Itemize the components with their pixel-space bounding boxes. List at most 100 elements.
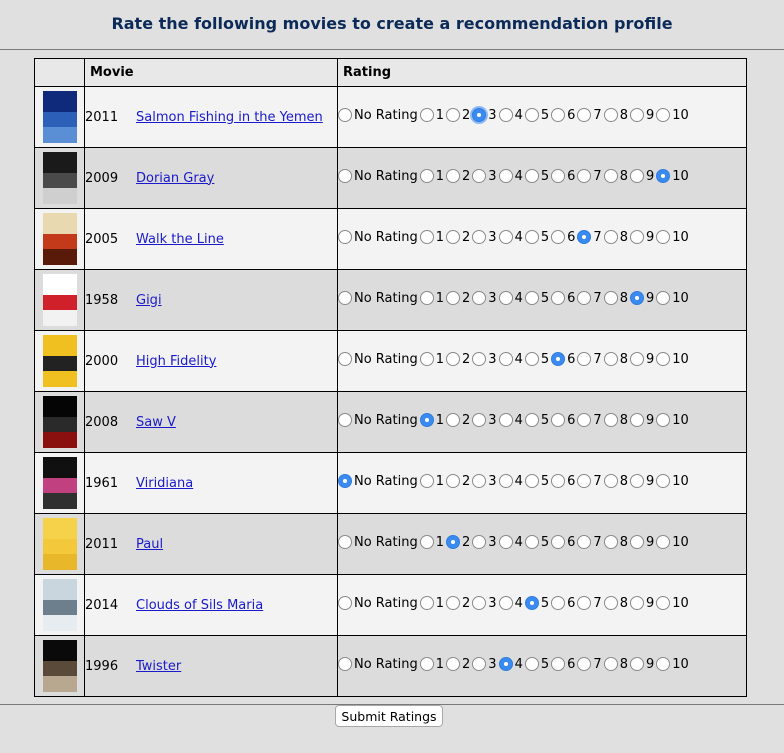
movie-title-link[interactable]: Viridiana	[136, 476, 193, 491]
rating-option[interactable]: 9	[629, 413, 654, 428]
rating-radio[interactable]	[577, 169, 592, 184]
rating-radio[interactable]	[446, 413, 461, 428]
rating-radio[interactable]	[498, 352, 513, 367]
rating-radio[interactable]	[472, 413, 487, 428]
rating-radio[interactable]	[446, 108, 461, 123]
rating-option[interactable]: 9	[629, 108, 654, 123]
rating-radio[interactable]	[419, 474, 434, 489]
rating-option[interactable]: 5	[524, 413, 549, 428]
rating-radio[interactable]	[603, 352, 618, 367]
rating-radio[interactable]	[577, 413, 592, 428]
rating-option[interactable]: 1	[419, 108, 444, 123]
rating-radio[interactable]	[472, 474, 487, 489]
rating-radio[interactable]	[603, 413, 618, 428]
rating-radio[interactable]	[603, 657, 618, 672]
rating-option[interactable]: 9	[629, 169, 654, 184]
rating-radio[interactable]	[498, 474, 513, 489]
rating-option[interactable]: No Rating	[338, 230, 418, 245]
rating-option[interactable]: 10	[656, 474, 689, 489]
rating-option[interactable]: No Rating	[338, 657, 418, 672]
rating-radio[interactable]	[446, 230, 461, 245]
movie-title-link[interactable]: Saw V	[136, 415, 176, 430]
rating-radio[interactable]	[446, 657, 461, 672]
rating-radio[interactable]	[498, 169, 513, 184]
rating-option[interactable]: 5	[524, 657, 549, 672]
rating-radio[interactable]	[577, 596, 592, 611]
rating-radio[interactable]	[338, 291, 352, 306]
rating-option[interactable]: 2	[446, 230, 470, 245]
rating-option[interactable]: 10	[656, 596, 689, 611]
rating-option[interactable]: 6	[551, 657, 575, 672]
rating-option[interactable]: 9	[629, 291, 654, 306]
rating-radio[interactable]	[498, 535, 513, 550]
rating-option[interactable]: 10	[656, 291, 689, 306]
rating-option[interactable]: 5	[524, 230, 549, 245]
rating-radio[interactable]	[524, 535, 539, 550]
rating-radio[interactable]	[577, 352, 592, 367]
rating-option[interactable]: 2	[446, 535, 470, 550]
rating-option[interactable]: No Rating	[338, 535, 418, 550]
rating-option[interactable]: 1	[419, 657, 444, 672]
movie-title-link[interactable]: Walk the Line	[136, 232, 224, 247]
rating-option[interactable]: 1	[419, 169, 444, 184]
rating-option[interactable]: 3	[472, 474, 497, 489]
rating-radio[interactable]	[551, 596, 566, 611]
rating-option[interactable]: 2	[446, 352, 470, 367]
rating-radio[interactable]	[551, 474, 566, 489]
rating-radio[interactable]	[656, 169, 671, 184]
rating-option[interactable]: 6	[551, 535, 575, 550]
rating-radio[interactable]	[656, 596, 671, 611]
rating-option[interactable]: 7	[577, 230, 602, 245]
rating-option[interactable]: No Rating	[338, 413, 418, 428]
rating-option[interactable]: 3	[472, 169, 497, 184]
rating-radio[interactable]	[524, 169, 539, 184]
rating-option[interactable]: 7	[577, 413, 602, 428]
rating-option[interactable]: 5	[524, 291, 549, 306]
rating-radio[interactable]	[498, 596, 513, 611]
rating-option[interactable]: 4	[498, 596, 523, 611]
rating-option[interactable]: 9	[629, 535, 654, 550]
rating-radio[interactable]	[419, 352, 434, 367]
rating-option[interactable]: 1	[419, 535, 444, 550]
rating-option[interactable]: 10	[656, 108, 689, 123]
rating-option[interactable]: 10	[656, 535, 689, 550]
rating-option[interactable]: 7	[577, 596, 602, 611]
rating-radio[interactable]	[656, 413, 671, 428]
rating-radio[interactable]	[338, 352, 352, 367]
rating-radio[interactable]	[656, 291, 671, 306]
rating-radio[interactable]	[472, 230, 487, 245]
rating-option[interactable]: 6	[551, 169, 575, 184]
rating-option[interactable]: 2	[446, 291, 470, 306]
rating-radio[interactable]	[419, 596, 434, 611]
rating-option[interactable]: 6	[551, 474, 575, 489]
movie-title-link[interactable]: Paul	[136, 537, 163, 552]
rating-option[interactable]: 4	[498, 108, 523, 123]
rating-radio[interactable]	[524, 291, 539, 306]
rating-option[interactable]: 10	[656, 169, 689, 184]
rating-radio[interactable]	[603, 474, 618, 489]
rating-radio[interactable]	[419, 535, 434, 550]
rating-radio[interactable]	[656, 657, 671, 672]
rating-option[interactable]: 5	[524, 352, 549, 367]
rating-radio[interactable]	[446, 596, 461, 611]
rating-option[interactable]: 8	[603, 535, 628, 550]
rating-option[interactable]: 7	[577, 108, 602, 123]
rating-option[interactable]: 7	[577, 535, 602, 550]
rating-option[interactable]: 2	[446, 474, 470, 489]
rating-radio[interactable]	[446, 535, 461, 550]
rating-option[interactable]: 4	[498, 291, 523, 306]
rating-radio[interactable]	[338, 230, 352, 245]
rating-radio[interactable]	[446, 352, 461, 367]
rating-radio[interactable]	[446, 474, 461, 489]
rating-radio[interactable]	[419, 169, 434, 184]
rating-option[interactable]: 4	[498, 474, 523, 489]
rating-radio[interactable]	[551, 413, 566, 428]
rating-option[interactable]: 3	[472, 352, 497, 367]
rating-radio[interactable]	[577, 230, 592, 245]
rating-radio[interactable]	[577, 291, 592, 306]
movie-title-link[interactable]: Clouds of Sils Maria	[136, 598, 263, 613]
rating-radio[interactable]	[498, 108, 513, 123]
rating-radio[interactable]	[603, 596, 618, 611]
rating-radio[interactable]	[419, 657, 434, 672]
rating-option[interactable]: 3	[472, 108, 497, 123]
